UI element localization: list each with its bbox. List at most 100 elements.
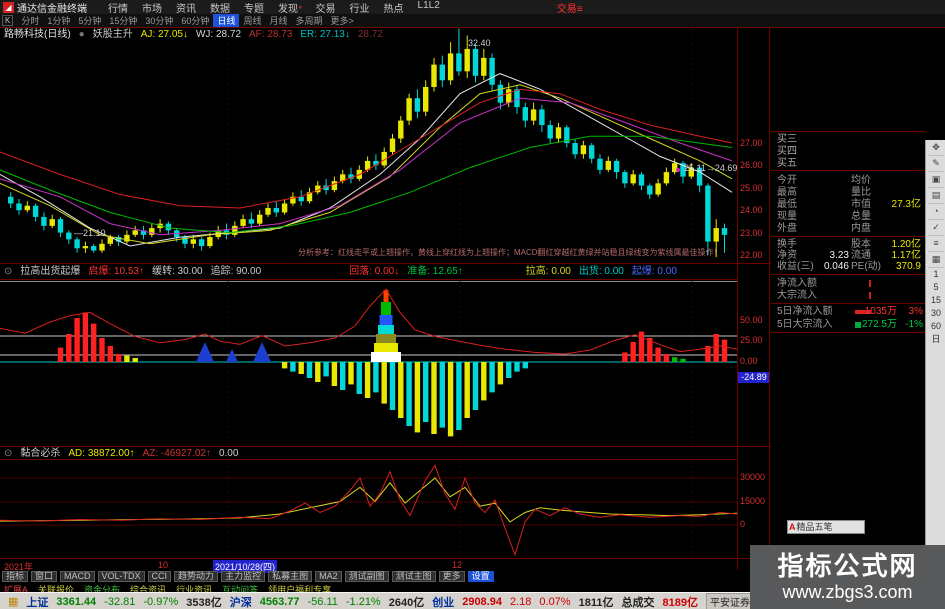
- kline-icon[interactable]: K: [2, 15, 14, 26]
- period-tab-60分钟[interactable]: 60分钟: [177, 14, 213, 27]
- tab-VOL-TDX[interactable]: VOL-TDX: [97, 571, 145, 582]
- strip-period-日[interactable]: 日: [928, 333, 944, 346]
- pan-icon[interactable]: ✥: [928, 140, 944, 156]
- candle-body: [655, 183, 661, 195]
- tab-指标[interactable]: 指标: [2, 571, 29, 582]
- tab-测试副图[interactable]: 测试副图: [344, 571, 389, 582]
- period-tab-周线[interactable]: 周线: [239, 14, 265, 27]
- main-title-seg-5: WJ: 28.72: [195, 29, 242, 40]
- menu-item-7[interactable]: 交易: [316, 0, 336, 15]
- strip-period-15[interactable]: 15: [928, 294, 944, 307]
- market-grid-icon[interactable]: ▦: [8, 595, 18, 608]
- strip-period-60[interactable]: 60: [928, 320, 944, 333]
- info-label: 5日大宗流入: [777, 319, 833, 330]
- watermark: 指标公式网 www.zbgs3.com: [750, 545, 945, 609]
- info-row: 净资 3.23 流通 1.17亿: [771, 250, 925, 261]
- candle-body: [589, 145, 595, 159]
- period-tab-月线[interactable]: 月线: [265, 14, 291, 27]
- info-row: 换手 股本 1.20亿: [771, 239, 925, 250]
- link-资金分布[interactable]: 资金分布: [84, 583, 120, 595]
- link-综合资讯[interactable]: 综合资讯: [130, 583, 166, 595]
- period-toolbar: K 分时 1分钟 5分钟 15分钟 30分钟 60分钟 日线 周线 月线 多周期 更多>: [0, 14, 945, 27]
- pagoda-block: [381, 302, 391, 315]
- grid-icon[interactable]: ▦: [928, 252, 944, 268]
- indicator2-chart-svg[interactable]: [0, 461, 737, 558]
- tdx-terminal-window: ◢ 通达信金融终端 行情 市场 资讯 数据 专题 发现* 交易 行业 热点 L1L2 交易≡ K …: [0, 0, 945, 609]
- tab-更多[interactable]: 更多: [438, 571, 465, 582]
- candle-body: [398, 120, 404, 139]
- indicator-bar: [672, 357, 678, 362]
- tab-私募主图[interactable]: 私募主图: [268, 571, 313, 582]
- tab-CCI[interactable]: CCI: [147, 571, 172, 582]
- trade-menu[interactable]: 交易≡: [557, 0, 583, 15]
- menu-item-1[interactable]: 行情: [108, 0, 128, 15]
- main-chart-svg[interactable]: [0, 28, 737, 264]
- report-icon[interactable]: ▤: [928, 188, 944, 204]
- menu-item-6[interactable]: 发现*: [278, 0, 302, 15]
- tab-主力监控[interactable]: 主力监控: [221, 571, 266, 582]
- menu-item-2[interactable]: 市场: [142, 0, 162, 15]
- mark-icon[interactable]: ▣: [928, 172, 944, 188]
- strip-period-30[interactable]: 30: [928, 307, 944, 320]
- link-领用户福利专享[interactable]: 领用户福利专享: [268, 583, 331, 595]
- strip-period-1[interactable]: 1: [928, 268, 944, 281]
- check-icon[interactable]: ✓: [928, 220, 944, 236]
- period-tab-分时[interactable]: 分时: [17, 14, 43, 27]
- draw-icon[interactable]: ✎: [928, 156, 944, 172]
- info-label: 现量: [777, 211, 797, 222]
- period-tab-更多>[interactable]: 更多>: [327, 14, 358, 27]
- ind1-header-seg-8: 拉高: 0.00: [525, 266, 571, 277]
- ind1-header-seg-2: 拉高出货起爆: [20, 266, 81, 277]
- ad-red: [0, 464, 737, 557]
- list-icon[interactable]: ≡: [928, 236, 944, 252]
- status-item: 2640亿: [388, 596, 425, 609]
- link-行业资讯[interactable]: 行业资讯: [176, 583, 212, 595]
- indicator1-chart-svg[interactable]: [0, 281, 737, 447]
- candle-body: [198, 239, 205, 247]
- tab-设置[interactable]: 设置: [467, 571, 494, 582]
- watermark-title: 指标公式网: [777, 551, 918, 581]
- indicator-bar: [340, 362, 346, 390]
- candle-body: [638, 174, 645, 186]
- main-axis-label: 27.00: [740, 138, 763, 148]
- indicator1-header: ⊙ 拉高出货起爆 启爆: 10.53↑ 缓转: 30.00 追踪: 90.00 回落: 0…: [4, 266, 685, 278]
- period-tab-多周期[interactable]: 多周期: [291, 14, 326, 27]
- status-item: 0.07%: [539, 595, 571, 608]
- indicator-bar: [107, 346, 113, 362]
- link-关联报价[interactable]: 关联报价: [38, 583, 74, 595]
- info-label: 最低: [777, 199, 797, 210]
- last-price-label: 25.11→24.69: [684, 163, 738, 173]
- status-item: -1.21%: [345, 595, 381, 608]
- indicator-bar: [373, 362, 379, 393]
- period-tab-5分钟[interactable]: 5分钟: [74, 14, 105, 27]
- menu-item-3[interactable]: 资讯: [176, 0, 196, 15]
- candle-body: [57, 219, 64, 233]
- clock-icon[interactable]: ◔: [928, 204, 944, 220]
- tab-MACD[interactable]: MACD: [60, 571, 95, 582]
- ind2-header-seg-2: 黏合必杀: [20, 448, 61, 459]
- period-tab-15分钟[interactable]: 15分钟: [105, 14, 141, 27]
- tab-MA2[interactable]: MA2: [315, 571, 342, 582]
- main-title-seg-8: 28.72: [357, 29, 383, 40]
- menu-item-8[interactable]: 行业: [350, 0, 370, 15]
- menu-item-5[interactable]: 专题: [244, 0, 264, 15]
- menu-item-9[interactable]: 热点: [384, 0, 404, 15]
- candle-body: [99, 243, 105, 251]
- indicator-bar: [91, 323, 97, 362]
- period-tab-1分钟[interactable]: 1分钟: [43, 14, 74, 27]
- ime-bar[interactable]: A精品五笔: [787, 520, 865, 534]
- tab-趋势动力[interactable]: 趋势动力: [174, 571, 219, 582]
- ind1-header-seg-10: 起爆: 0.00: [631, 266, 677, 277]
- tab-测试主图[interactable]: 测试主图: [391, 571, 436, 582]
- period-tab-日线[interactable]: 日线: [213, 14, 240, 27]
- strip-period-5[interactable]: 5: [928, 281, 944, 294]
- tab-窗口[interactable]: 窗口: [31, 571, 58, 582]
- ind1-header-seg-4: 缓转: 30.00: [151, 266, 203, 277]
- link-扩展A[interactable]: 扩展A: [4, 583, 28, 595]
- link-互动问答[interactable]: 互动问答: [222, 583, 258, 595]
- candle-body: [721, 228, 728, 235]
- menu-item-10[interactable]: L1L2: [418, 0, 440, 15]
- period-tab-30分钟[interactable]: 30分钟: [141, 14, 177, 27]
- menu-item-4[interactable]: 数据: [210, 0, 230, 15]
- main-axis-label: 22.00: [740, 250, 763, 260]
